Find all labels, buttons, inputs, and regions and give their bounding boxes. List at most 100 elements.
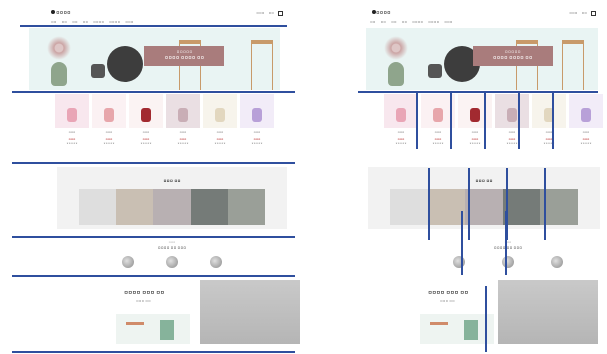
product-name[interactable]: ㅁㅁㅁ bbox=[240, 131, 274, 135]
product-name[interactable]: ㅁㅁㅁ bbox=[203, 131, 237, 135]
hero-banner-label[interactable]: ㅁㅁㅁㅁㅁ ㅁㅁㅁㅁ ㅁㅁㅁㅁ ㅁㅁ bbox=[472, 46, 553, 66]
nav-item[interactable]: ㅁㅁㅁㅁ bbox=[93, 20, 104, 24]
trend-image[interactable] bbox=[227, 189, 266, 225]
rating-stars-icon: ★★★★★ bbox=[395, 142, 407, 145]
product-card[interactable]: ㅁㅁㅁ ㅁㅁㅁ ★★★★★ bbox=[384, 94, 418, 160]
product-name[interactable]: ㅁㅁㅁ bbox=[166, 131, 200, 135]
hero-banner-title: ㅁㅁㅁㅁ ㅁㅁㅁㅁ ㅁㅁ bbox=[492, 55, 533, 60]
nav-item[interactable]: ㅁㅁ bbox=[83, 20, 89, 24]
hero-banner-label[interactable]: ㅁㅁㅁㅁㅁ ㅁㅁㅁㅁ ㅁㅁㅁㅁ ㅁㅁ bbox=[144, 46, 225, 66]
avatar[interactable] bbox=[502, 256, 514, 268]
simple-living-section: ㅁㅁㅁㅁ ㅁㅁㅁ ㅁㅁ ㅁㅁㅁ ㅁㅁ bbox=[412, 280, 598, 344]
product-name[interactable]: ㅁㅁㅁ bbox=[129, 131, 163, 135]
trend-image[interactable] bbox=[390, 189, 428, 225]
product-card[interactable]: ㅁㅁㅁ ㅁㅁㅁ ★★★★★ bbox=[129, 94, 163, 160]
chair-image bbox=[251, 40, 273, 90]
product-name[interactable]: ㅁㅁㅁ bbox=[55, 131, 89, 135]
product-image[interactable] bbox=[384, 94, 418, 128]
trend-title: ㅁㅁㅁ ㅁㅁ bbox=[163, 179, 181, 183]
product-name[interactable]: ㅁㅁㅁ bbox=[569, 131, 603, 135]
nav-item[interactable]: ㅁㅁ bbox=[370, 20, 376, 24]
product-name[interactable]: ㅁㅁㅁ bbox=[458, 131, 492, 135]
product-name[interactable]: ㅁㅁㅁ bbox=[384, 131, 418, 135]
avatar[interactable] bbox=[210, 256, 222, 268]
avatar[interactable] bbox=[453, 256, 465, 268]
nav-item[interactable]: ㅁㅁㅁㅁ bbox=[109, 20, 120, 24]
product-card[interactable]: ㅁㅁㅁ ㅁㅁㅁ ★★★★★ bbox=[92, 94, 126, 160]
product-card[interactable]: ㅁㅁㅁ ㅁㅁㅁ ★★★★★ bbox=[458, 94, 492, 160]
product-card[interactable]: ㅁㅁㅁ ㅁㅁㅁ ★★★★★ bbox=[532, 94, 566, 160]
product-image[interactable] bbox=[495, 94, 529, 128]
nav-item[interactable]: ㅁㅁ bbox=[72, 20, 78, 24]
avatar[interactable] bbox=[551, 256, 563, 268]
section-divider bbox=[20, 25, 287, 27]
trend-image[interactable] bbox=[540, 189, 578, 225]
trend-image[interactable] bbox=[116, 189, 154, 225]
rating-stars-icon: ★★★★★ bbox=[580, 142, 592, 145]
product-card[interactable]: ㅁㅁㅁ ㅁㅁㅁ ★★★★★ bbox=[240, 94, 274, 160]
furniture-image[interactable] bbox=[420, 314, 494, 344]
perfume-bottle-icon bbox=[470, 108, 480, 122]
hero-banner[interactable]: ㅁㅁㅁㅁㅁ ㅁㅁㅁㅁ ㅁㅁㅁㅁ ㅁㅁ bbox=[29, 28, 280, 90]
product-card[interactable]: ㅁㅁㅁ ㅁㅁㅁ ★★★★★ bbox=[495, 94, 529, 160]
avatar[interactable] bbox=[122, 256, 134, 268]
site-logo[interactable]: ㅁㅁㅁㅁ bbox=[56, 10, 71, 16]
hero-banner-subtitle: ㅁㅁㅁㅁㅁ bbox=[176, 50, 193, 54]
trend-image[interactable] bbox=[502, 189, 541, 225]
column-guide-line bbox=[544, 168, 546, 240]
trend-image[interactable] bbox=[190, 189, 228, 225]
perfume-bottle-icon bbox=[433, 108, 443, 122]
vase-photo[interactable] bbox=[498, 280, 598, 344]
trend-image-strip bbox=[79, 189, 266, 225]
nav-item[interactable]: ㅁㅁㅁ bbox=[125, 20, 133, 24]
nav-item[interactable]: ㅁㅁ bbox=[62, 20, 68, 24]
vase-photo[interactable] bbox=[200, 280, 300, 344]
furniture-image[interactable] bbox=[116, 314, 190, 344]
section-divider bbox=[12, 236, 295, 238]
cart-icon[interactable] bbox=[591, 11, 596, 16]
product-card[interactable]: ㅁㅁㅁ ㅁㅁㅁ ★★★★★ bbox=[569, 94, 603, 160]
product-image[interactable] bbox=[203, 94, 237, 128]
main-nav: ㅁㅁ ㅁㅁ ㅁㅁ ㅁㅁ ㅁㅁㅁㅁ ㅁㅁㅁㅁ ㅁㅁㅁ bbox=[370, 20, 453, 24]
simple-living-section: ㅁㅁㅁㅁ ㅁㅁㅁ ㅁㅁ ㅁㅁㅁ ㅁㅁ bbox=[108, 280, 300, 344]
product-card[interactable]: ㅁㅁㅁ ㅁㅁㅁ ★★★★★ bbox=[166, 94, 200, 160]
simple-living-subheading: ㅁㅁㅁ ㅁㅁ bbox=[136, 299, 151, 303]
cart-icon[interactable] bbox=[278, 11, 283, 16]
nav-item[interactable]: ㅁㅁ bbox=[51, 20, 57, 24]
product-image[interactable] bbox=[92, 94, 126, 128]
nav-item[interactable]: ㅁㅁ bbox=[381, 20, 387, 24]
util-link[interactable]: ㅁㅁㅁ bbox=[256, 11, 264, 16]
product-image[interactable] bbox=[166, 94, 200, 128]
trend-image[interactable] bbox=[79, 189, 117, 225]
nav-item[interactable]: ㅁㅁ bbox=[402, 20, 408, 24]
rating-stars-icon: ★★★★★ bbox=[214, 142, 226, 145]
avatar[interactable] bbox=[166, 256, 178, 268]
flower-image bbox=[382, 34, 410, 62]
product-image[interactable] bbox=[458, 94, 492, 128]
column-guide-line bbox=[485, 286, 487, 352]
product-name[interactable]: ㅁㅁㅁ bbox=[495, 131, 529, 135]
trend-image[interactable] bbox=[465, 189, 503, 225]
product-card[interactable]: ㅁㅁㅁ ㅁㅁㅁ ★★★★★ bbox=[55, 94, 89, 160]
utility-links: ㅁㅁㅁ ㅁㅁ bbox=[256, 11, 283, 16]
util-link[interactable]: ㅁㅁ bbox=[581, 11, 587, 16]
nav-item[interactable]: ㅁㅁ bbox=[391, 20, 397, 24]
nav-item[interactable]: ㅁㅁㅁㅁ bbox=[412, 20, 423, 24]
site-logo[interactable]: ㅁㅁㅁㅁ bbox=[376, 10, 391, 16]
product-image[interactable] bbox=[55, 94, 89, 128]
trend-image[interactable] bbox=[153, 189, 191, 225]
product-image[interactable] bbox=[532, 94, 566, 128]
product-name[interactable]: ㅁㅁㅁ bbox=[92, 131, 126, 135]
product-image[interactable] bbox=[240, 94, 274, 128]
hero-banner[interactable]: ㅁㅁㅁㅁㅁ ㅁㅁㅁㅁ ㅁㅁㅁㅁ ㅁㅁ bbox=[366, 28, 598, 90]
util-link[interactable]: ㅁㅁ bbox=[268, 11, 274, 16]
trend-image[interactable] bbox=[427, 189, 466, 225]
product-image[interactable] bbox=[129, 94, 163, 128]
util-link[interactable]: ㅁㅁㅁ bbox=[569, 11, 577, 16]
nav-item[interactable]: ㅁㅁㅁㅁ bbox=[428, 20, 439, 24]
product-name[interactable]: ㅁㅁㅁ bbox=[532, 131, 566, 135]
nav-item[interactable]: ㅁㅁㅁ bbox=[444, 20, 452, 24]
product-image[interactable] bbox=[569, 94, 603, 128]
rating-stars-icon: ★★★★★ bbox=[140, 142, 152, 145]
product-card[interactable]: ㅁㅁㅁ ㅁㅁㅁ ★★★★★ bbox=[203, 94, 237, 160]
